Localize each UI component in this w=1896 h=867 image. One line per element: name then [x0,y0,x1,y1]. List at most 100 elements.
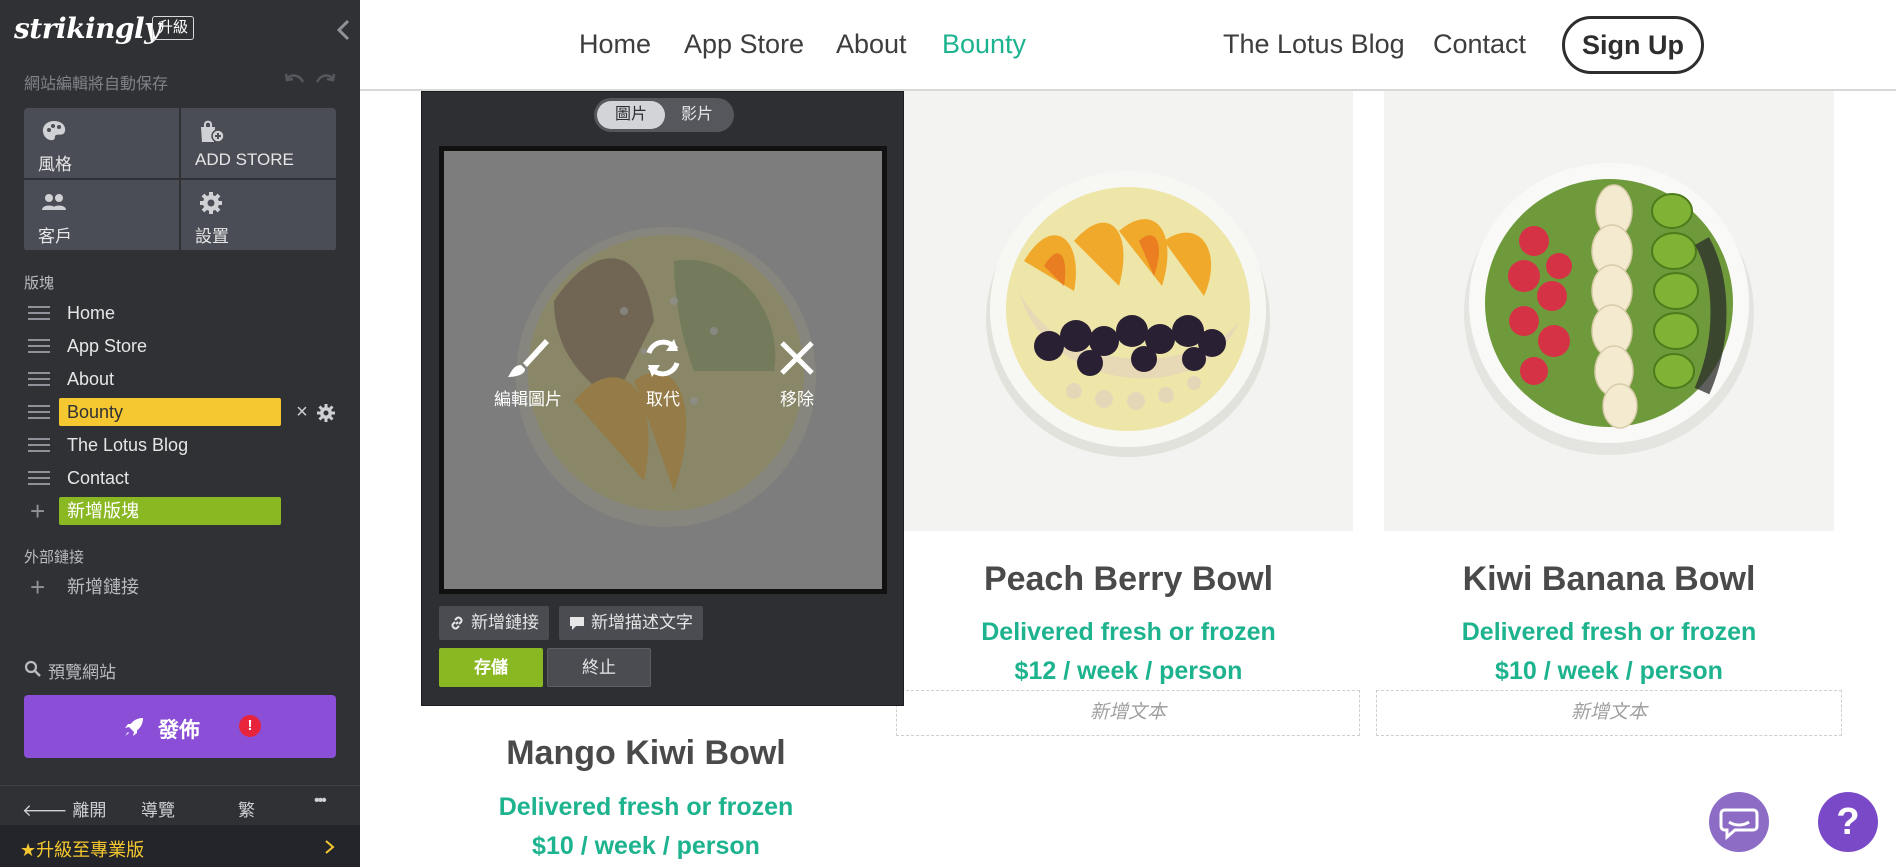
sidebar-item-app-store[interactable]: App Store [24,331,344,361]
drag-handle-icon[interactable] [28,471,50,487]
leave-button[interactable]: 🡐 離開 [22,796,106,821]
mango-kiwi-bowl-image[interactable]: 編輯圖片 取代 移除 [444,151,882,589]
peach-berry-bowl-illustration [986,171,1270,457]
drag-handle-icon[interactable] [28,438,50,454]
add-link-label: 新增鏈接 [471,613,539,632]
chat-bubble-icon [1719,808,1759,841]
leave-label: 離開 [72,801,107,820]
close-icon [780,341,814,375]
product-title[interactable]: Kiwi Banana Bowl [1384,560,1834,599]
sidebar-item-home[interactable]: Home [24,298,344,328]
store-icon [201,120,225,143]
edit-image-label: 編輯圖片 [494,390,562,409]
publish-button[interactable]: 發佈 ! [24,695,336,758]
upgrade-pro-label: ★升級至專業版 [20,840,145,860]
sidebar-item-label[interactable]: Home [59,299,281,327]
arrow-left-icon: 🡐 [22,801,68,820]
add-link-button[interactable]: 新增鏈接 [439,606,549,640]
guide-button[interactable]: 導覽 [141,796,175,821]
delete-section-icon[interactable]: × [294,401,310,424]
plus-icon: + [30,572,46,602]
drag-handle-icon[interactable] [28,372,50,388]
product-title[interactable]: Mango Kiwi Bowl [421,734,871,773]
publish-alert-badge: ! [239,715,261,737]
upgrade-badge[interactable]: 升級 [152,16,195,40]
sidebar-item-bounty[interactable]: Bounty × [24,397,344,427]
add-text-placeholder[interactable]: 新增文本 [1376,690,1842,736]
autosave-status: 網站編輯將自動保存 [24,76,169,93]
tab-image[interactable]: 圖片 [597,101,665,129]
paintbrush-icon [508,339,549,377]
product-price[interactable]: $10 / week / person [1384,657,1834,686]
edit-image-button[interactable]: 編輯圖片 [483,335,573,410]
upgrade-pro-bar[interactable]: ★升級至專業版 [0,825,360,867]
nav-about[interactable]: About [836,29,907,60]
peach-berry-bowl-image[interactable] [904,91,1353,531]
cancel-button[interactable]: 終止 [547,648,651,687]
nav-contact[interactable]: Contact [1433,29,1526,60]
add-description-button[interactable]: 新增描述文字 [559,606,703,640]
link-icon [451,616,463,630]
editor-sidebar: strikingly 升級 網站編輯將自動保存 風格 ADD STORE 客戶 … [0,0,360,867]
sidebar-item-label[interactable]: The Lotus Blog [59,431,281,459]
add-external-link-button[interactable]: + 新增鏈接 [24,572,344,602]
sidebar-item-label[interactable]: Bounty [59,398,281,426]
remove-image-button[interactable]: 移除 [752,335,842,410]
image-editor-panel: 圖片 影片 編輯圖片 取代 移除 新增鏈接 新增描述文字 存儲 終止 [421,91,904,706]
sidebar-item-label[interactable]: About [59,365,281,393]
customers-tile[interactable]: 客戶 [24,180,179,250]
publish-label: 發佈 [158,719,200,742]
sections-heading: 版塊 [24,275,55,292]
kiwi-banana-bowl-illustration [1464,163,1754,455]
redo-icon[interactable] [314,70,336,90]
settings-tile-label: 設置 [195,227,229,246]
add-section-button[interactable]: + 新增版塊 [24,496,344,526]
sidebar-item-contact[interactable]: Contact [24,463,344,493]
drag-handle-icon[interactable] [28,339,50,355]
product-price[interactable]: $10 / week / person [421,832,871,861]
replace-label: 取代 [646,390,680,409]
product-price[interactable]: $12 / week / person [904,657,1353,686]
chevron-right-icon [325,840,335,854]
palette-icon [42,121,66,141]
help-button[interactable]: ? [1818,792,1878,852]
add-text-placeholder[interactable]: 新增文本 [896,690,1360,736]
site-navbar: Home App Store About Bounty The Lotus Bl… [360,0,1896,91]
tab-video[interactable]: 影片 [663,101,731,129]
nav-bounty[interactable]: Bounty [942,29,1026,60]
undo-icon[interactable] [284,70,306,90]
add-store-tile[interactable]: ADD STORE [181,108,336,178]
rocket-icon [125,718,143,736]
customers-tile-label: 客戶 [38,227,72,246]
product-tagline[interactable]: Delivered fresh or frozen [421,793,871,822]
language-button[interactable]: 繁 [238,796,255,821]
chat-button[interactable] [1709,792,1769,852]
signup-button[interactable]: Sign Up [1562,16,1704,74]
sidebar-item-about[interactable]: About [24,364,344,394]
product-tagline[interactable]: Delivered fresh or frozen [904,618,1353,647]
drag-handle-icon[interactable] [28,306,50,322]
product-title[interactable]: Peach Berry Bowl [904,560,1353,599]
more-options-button[interactable]: ••• [314,792,327,810]
settings-tile[interactable]: 設置 [181,180,336,250]
sidebar-item-label[interactable]: Contact [59,464,281,492]
nav-app-store[interactable]: App Store [684,29,804,60]
sidebar-item-lotus-blog[interactable]: The Lotus Blog [24,430,344,460]
nav-home[interactable]: Home [579,29,651,60]
replace-image-button[interactable]: 取代 [618,335,708,410]
sidebar-item-label[interactable]: App Store [59,332,281,360]
style-tile[interactable]: 風格 [24,108,179,178]
media-type-toggle[interactable]: 圖片 影片 [594,98,734,132]
add-section-label[interactable]: 新增版塊 [59,497,281,525]
strikingly-logo[interactable]: strikingly [14,12,160,45]
remove-label: 移除 [780,390,814,409]
product-tagline[interactable]: Delivered fresh or frozen [1384,618,1834,647]
collapse-sidebar-icon[interactable] [334,18,354,42]
drag-handle-icon[interactable] [28,405,50,421]
kiwi-banana-bowl-image[interactable] [1384,91,1834,531]
save-button[interactable]: 存儲 [439,648,543,687]
section-settings-gear-icon[interactable] [316,403,336,423]
external-links-heading: 外部鏈接 [24,549,85,566]
search-icon [24,660,41,677]
nav-lotus-blog[interactable]: The Lotus Blog [1223,29,1405,60]
